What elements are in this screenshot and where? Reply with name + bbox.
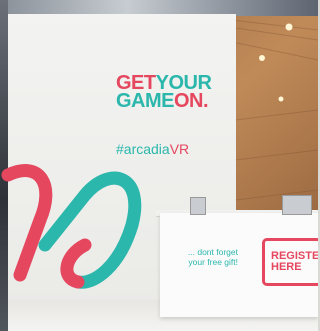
- register-here-sign: REGISTER HERE: [262, 238, 318, 286]
- vr-lobby-scene: GETYOUR GAMEON. #arcadiaVR ... dont forg…: [0, 0, 318, 331]
- register-line2: HERE: [271, 261, 302, 273]
- monitor-right: [282, 195, 312, 215]
- gift-note: ... dont forget your free gift!: [180, 247, 238, 267]
- monitor-left: [190, 197, 206, 215]
- gift-note-line1: ... dont forget: [187, 247, 238, 257]
- gift-note-line2: your free gift!: [188, 257, 238, 267]
